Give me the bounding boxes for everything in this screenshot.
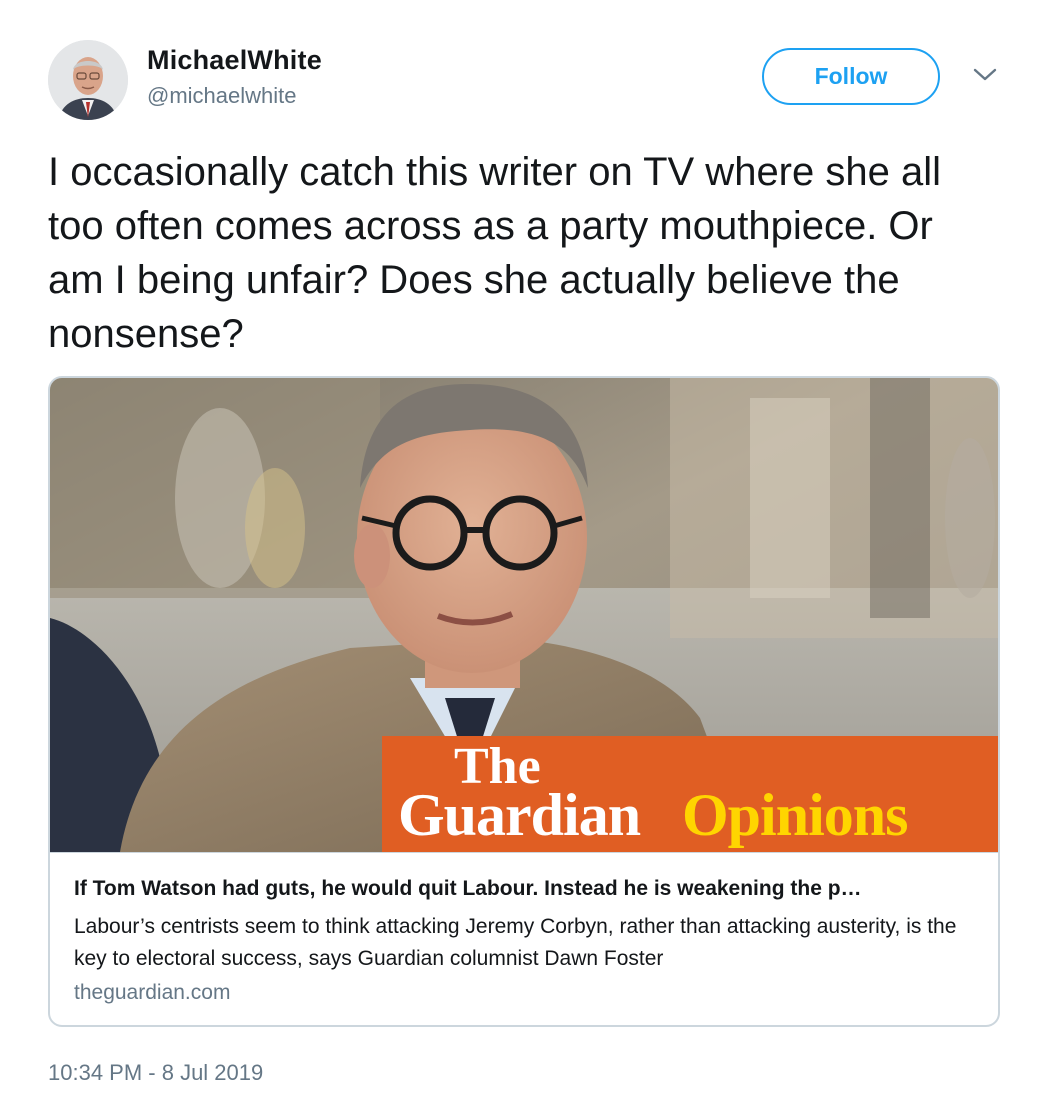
tweet: MichaelWhite @michaelwhite Follow I occa… [0, 0, 1040, 1110]
card-image: The Guardian Opinions [50, 378, 998, 852]
handle[interactable]: @michaelwhite [147, 83, 297, 109]
chevron-down-icon[interactable] [972, 66, 998, 84]
avatar[interactable] [48, 40, 128, 120]
follow-button[interactable]: Follow [762, 48, 940, 105]
tweet-timestamp[interactable]: 10:34 PM - 8 Jul 2019 [48, 1060, 263, 1086]
card-description: Labour’s centrists seem to think attacki… [74, 915, 957, 970]
avatar-photo [48, 40, 128, 120]
logo-opinions: Opinions [682, 782, 908, 848]
display-name[interactable]: MichaelWhite [147, 45, 322, 76]
card-domain: theguardian.com [74, 981, 231, 1004]
guardian-opinions-logo: The Guardian Opinions [382, 736, 998, 852]
link-card[interactable]: The Guardian Opinions If Tom Watson had … [48, 376, 1000, 1027]
tweet-text: I occasionally catch this writer on TV w… [48, 150, 941, 356]
card-body: If Tom Watson had guts, he would quit La… [50, 852, 998, 1025]
card-title[interactable]: If Tom Watson had guts, he would quit La… [74, 877, 979, 901]
logo-guardian: Guardian [398, 782, 641, 848]
